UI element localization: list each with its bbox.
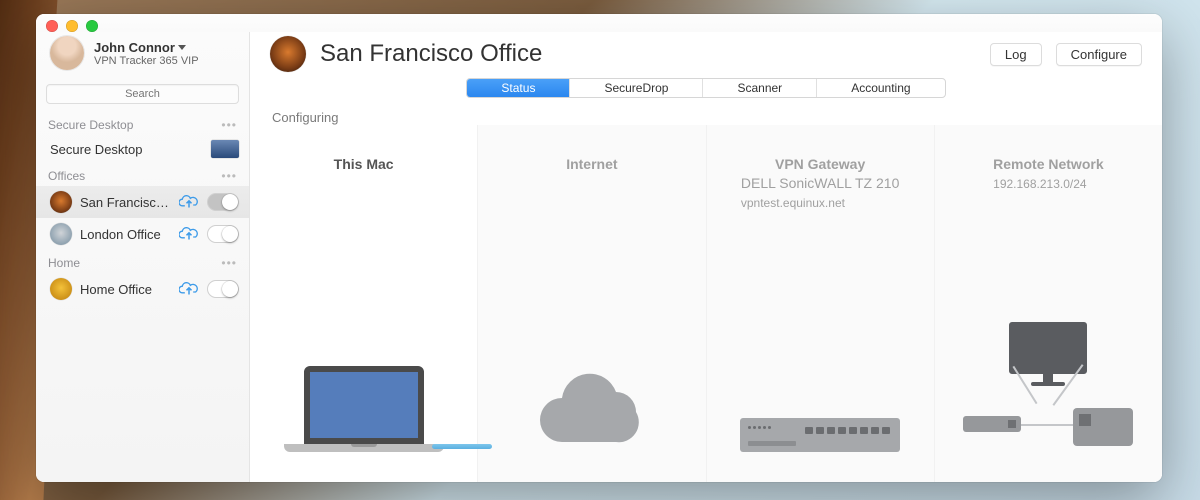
group-menu-offices[interactable]: ••• (221, 169, 237, 183)
group-menu-home[interactable]: ••• (221, 256, 237, 270)
tab-status[interactable]: Status (467, 79, 569, 97)
sidebar-item-label: Home Office (80, 282, 171, 297)
connection-location-icon (270, 36, 306, 72)
col-title: This Mac (334, 155, 394, 174)
sidebar-item-home-office[interactable]: Home Office (36, 273, 249, 305)
connection-toggle[interactable] (207, 193, 239, 211)
user-subtitle: VPN Tracker 365 VIP (94, 55, 199, 67)
app-window: John Connor VPN Tracker 365 VIP Secure D… (36, 14, 1162, 482)
search-input[interactable] (46, 84, 239, 104)
log-button[interactable]: Log (990, 43, 1042, 66)
configure-button[interactable]: Configure (1056, 43, 1142, 66)
col-title: Internet (566, 155, 617, 174)
col-title: Remote Network (993, 155, 1103, 174)
sidebar-item-san-francisco[interactable]: San Francisc… (36, 186, 249, 218)
connection-diagram: This Mac Internet (250, 125, 1162, 482)
connection-header: San Francisco Office Log Configure (250, 32, 1162, 78)
user-name-label: John Connor (94, 40, 175, 55)
col-subtitle: DELL SonicWALL TZ 210 (741, 174, 899, 193)
status-text: Configuring (250, 100, 1162, 125)
connection-toggle[interactable] (207, 225, 239, 243)
sidebar-item-label: London Office (80, 227, 171, 242)
location-icon (50, 278, 72, 300)
group-title-secure-desktop: Secure Desktop (48, 118, 133, 132)
diagram-col-remote: Remote Network 192.168.213.0/24 (934, 125, 1162, 482)
chevron-down-icon (178, 45, 186, 50)
router-icon (740, 418, 900, 452)
connection-toggle[interactable] (207, 280, 239, 298)
tab-securedrop[interactable]: SecureDrop (569, 79, 702, 97)
remote-network-icon (963, 322, 1133, 452)
main-content: San Francisco Office Log Configure Statu… (250, 32, 1162, 482)
desktop-thumbnail-icon (211, 140, 239, 158)
cloud-upload-icon[interactable] (179, 195, 199, 209)
sidebar-item-label: San Francisc… (80, 195, 171, 210)
connection-title: San Francisco Office (320, 40, 976, 68)
sidebar-item-london[interactable]: London Office (36, 218, 249, 250)
group-title-offices: Offices (48, 169, 85, 183)
window-minimize-button[interactable] (66, 20, 78, 32)
window-close-button[interactable] (46, 20, 58, 32)
tab-accounting[interactable]: Accounting (816, 79, 944, 97)
laptop-icon (284, 366, 444, 452)
sidebar-item-secure-desktop[interactable]: Secure Desktop (36, 135, 249, 163)
diagram-col-internet: Internet (477, 125, 705, 482)
col-host: vpntest.equinux.net (741, 196, 899, 210)
sidebar: John Connor VPN Tracker 365 VIP Secure D… (36, 32, 250, 482)
user-menu[interactable]: John Connor VPN Tracker 365 VIP (36, 32, 249, 80)
window-zoom-button[interactable] (86, 20, 98, 32)
cloud-icon (527, 372, 657, 452)
group-menu-secure-desktop[interactable]: ••• (221, 118, 237, 132)
location-icon (50, 191, 72, 213)
tab-bar: Status SecureDrop Scanner Accounting (250, 78, 1162, 100)
tab-scanner[interactable]: Scanner (702, 79, 816, 97)
diagram-col-gateway: VPN Gateway DELL SonicWALL TZ 210 vpntes… (706, 125, 934, 482)
sidebar-item-label: Secure Desktop (50, 142, 203, 157)
cloud-upload-icon[interactable] (179, 227, 199, 241)
location-icon (50, 223, 72, 245)
col-subnet: 192.168.213.0/24 (993, 177, 1103, 191)
titlebar (36, 14, 1162, 32)
cloud-upload-icon[interactable] (179, 282, 199, 296)
col-title: VPN Gateway (741, 155, 899, 174)
diagram-col-this-mac: This Mac (250, 125, 477, 482)
avatar (50, 36, 84, 70)
group-title-home: Home (48, 256, 80, 270)
